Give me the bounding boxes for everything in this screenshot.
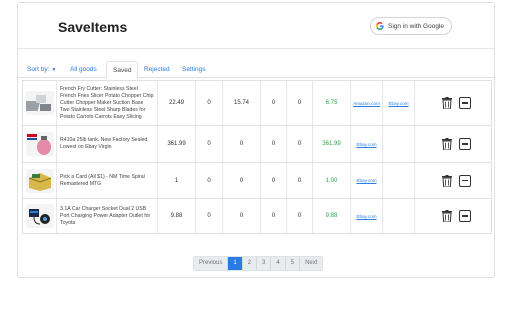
store-link-cell: Ebay.com [351, 163, 383, 198]
item-value: 0 [196, 199, 223, 233]
remove-button[interactable] [459, 97, 471, 109]
store-link-cell: Amazon.com [351, 81, 383, 125]
store-link[interactable]: Ebay.com [356, 214, 376, 219]
google-icon [376, 22, 384, 30]
item-value: 0 [261, 163, 287, 198]
car-charger-image [25, 204, 54, 228]
pagination: Previous 1 2 3 4 5 Next [193, 256, 324, 271]
page-button-5[interactable]: 5 [285, 257, 301, 270]
item-price: 1 [158, 163, 196, 198]
previous-page-button[interactable]: Previous [194, 257, 229, 270]
item-value: 0 [196, 81, 223, 125]
google-sign-in-button[interactable]: Sign in with Google [370, 17, 452, 35]
item-profit: 6.75 [313, 81, 351, 125]
store-link-cell [383, 199, 415, 233]
store-link[interactable]: Amazon.com [353, 101, 380, 106]
table-row: French Fry Cutter: Stainless Steel Frenc… [22, 80, 492, 126]
item-profit: 361.99 [313, 126, 351, 162]
item-value: 0 [196, 163, 223, 198]
sort-by-dropdown[interactable]: Sort by: ▼ [27, 66, 56, 73]
next-page-button[interactable]: Next [300, 257, 323, 270]
row-actions [442, 126, 471, 162]
page-button-3[interactable]: 3 [257, 257, 272, 270]
item-title: Pick a Card (All $1) - NM Time Spiral Re… [57, 163, 158, 198]
item-profit: 1.00 [313, 163, 351, 198]
item-value: 0 [287, 126, 313, 162]
trash-icon[interactable] [442, 210, 452, 222]
tab-saved[interactable]: Saved [106, 61, 139, 79]
toolbar: Sort by: ▼ All goods Saved Rejected Sett… [18, 61, 494, 79]
product-thumbnail[interactable] [23, 81, 57, 125]
row-actions [442, 163, 471, 198]
refrigerant-tank-image [25, 132, 54, 156]
tab-settings[interactable]: Settings [176, 61, 212, 78]
minus-icon [462, 102, 468, 104]
item-cost: 15.74 [223, 81, 261, 125]
store-link-cell [383, 126, 415, 162]
trash-icon[interactable] [442, 138, 452, 150]
item-value: 0 [261, 81, 287, 125]
store-link-cell [383, 163, 415, 198]
store-link-cell: Ebay.com [351, 126, 383, 162]
product-thumbnail[interactable] [23, 199, 57, 233]
store-link-cell: Ebay.com [351, 199, 383, 233]
fry-cutter-image [25, 91, 54, 115]
item-price: 22.49 [158, 81, 196, 125]
row-actions [442, 199, 471, 233]
item-value: 0 [287, 81, 313, 125]
store-link[interactable]: Ebay.com [356, 178, 376, 183]
store-link-cell: Ebay.com [383, 81, 415, 125]
item-value: 0 [261, 199, 287, 233]
app-header: SaveItems Sign in with Google [18, 3, 494, 49]
remove-button[interactable] [459, 174, 471, 187]
trash-icon[interactable] [442, 174, 452, 187]
table-row: 3.1A Car Charger Socket Dual 2 USB Port … [22, 198, 492, 234]
item-title: French Fry Cutter: Stainless Steel Frenc… [57, 81, 158, 125]
trash-icon[interactable] [442, 97, 452, 109]
item-title: R410a 25lb tank. New Factory Sealed Lowe… [57, 126, 158, 162]
item-profit: 9.88 [313, 199, 351, 233]
row-actions [442, 81, 471, 125]
page-button-1[interactable]: 1 [228, 257, 243, 270]
store-link[interactable]: Ebay.com [356, 142, 376, 147]
item-value: 0 [261, 126, 287, 162]
card-box-image [25, 168, 54, 193]
app-title: SaveItems [58, 19, 128, 35]
item-cost: 0 [223, 126, 261, 162]
table-row: R410a 25lb tank. New Factory Sealed Lowe… [22, 125, 492, 163]
minus-icon [462, 179, 468, 182]
caret-down-icon: ▼ [51, 66, 57, 73]
item-cost: 0 [223, 163, 261, 198]
store-link[interactable]: Ebay.com [388, 101, 408, 106]
remove-button[interactable] [459, 138, 471, 150]
page-button-2[interactable]: 2 [242, 257, 258, 270]
app-frame: SaveItems Sign in with Google Sort by: ▼… [17, 2, 495, 278]
item-price: 9.88 [158, 199, 196, 233]
product-thumbnail[interactable] [23, 163, 57, 198]
tab-rejected[interactable]: Rejected [138, 61, 176, 78]
minus-icon [462, 143, 468, 145]
minus-icon [462, 215, 468, 217]
item-value: 0 [287, 199, 313, 233]
tab-all-goods[interactable]: All goods [64, 61, 103, 78]
product-thumbnail[interactable] [23, 126, 57, 162]
table-row: Pick a Card (All $1) - NM Time Spiral Re… [22, 162, 492, 199]
item-title: 3.1A Car Charger Socket Dual 2 USB Port … [57, 199, 158, 233]
item-value: 0 [287, 163, 313, 198]
sort-by-label: Sort by: [27, 66, 50, 73]
item-price: 361.99 [158, 126, 196, 162]
item-value: 0 [196, 126, 223, 162]
remove-button[interactable] [459, 210, 471, 222]
page-button-4[interactable]: 4 [271, 257, 286, 270]
item-cost: 0 [223, 199, 261, 233]
google-sign-in-label: Sign in with Google [388, 22, 445, 30]
saved-items-table: French Fry Cutter: Stainless Steel Frenc… [22, 80, 492, 234]
